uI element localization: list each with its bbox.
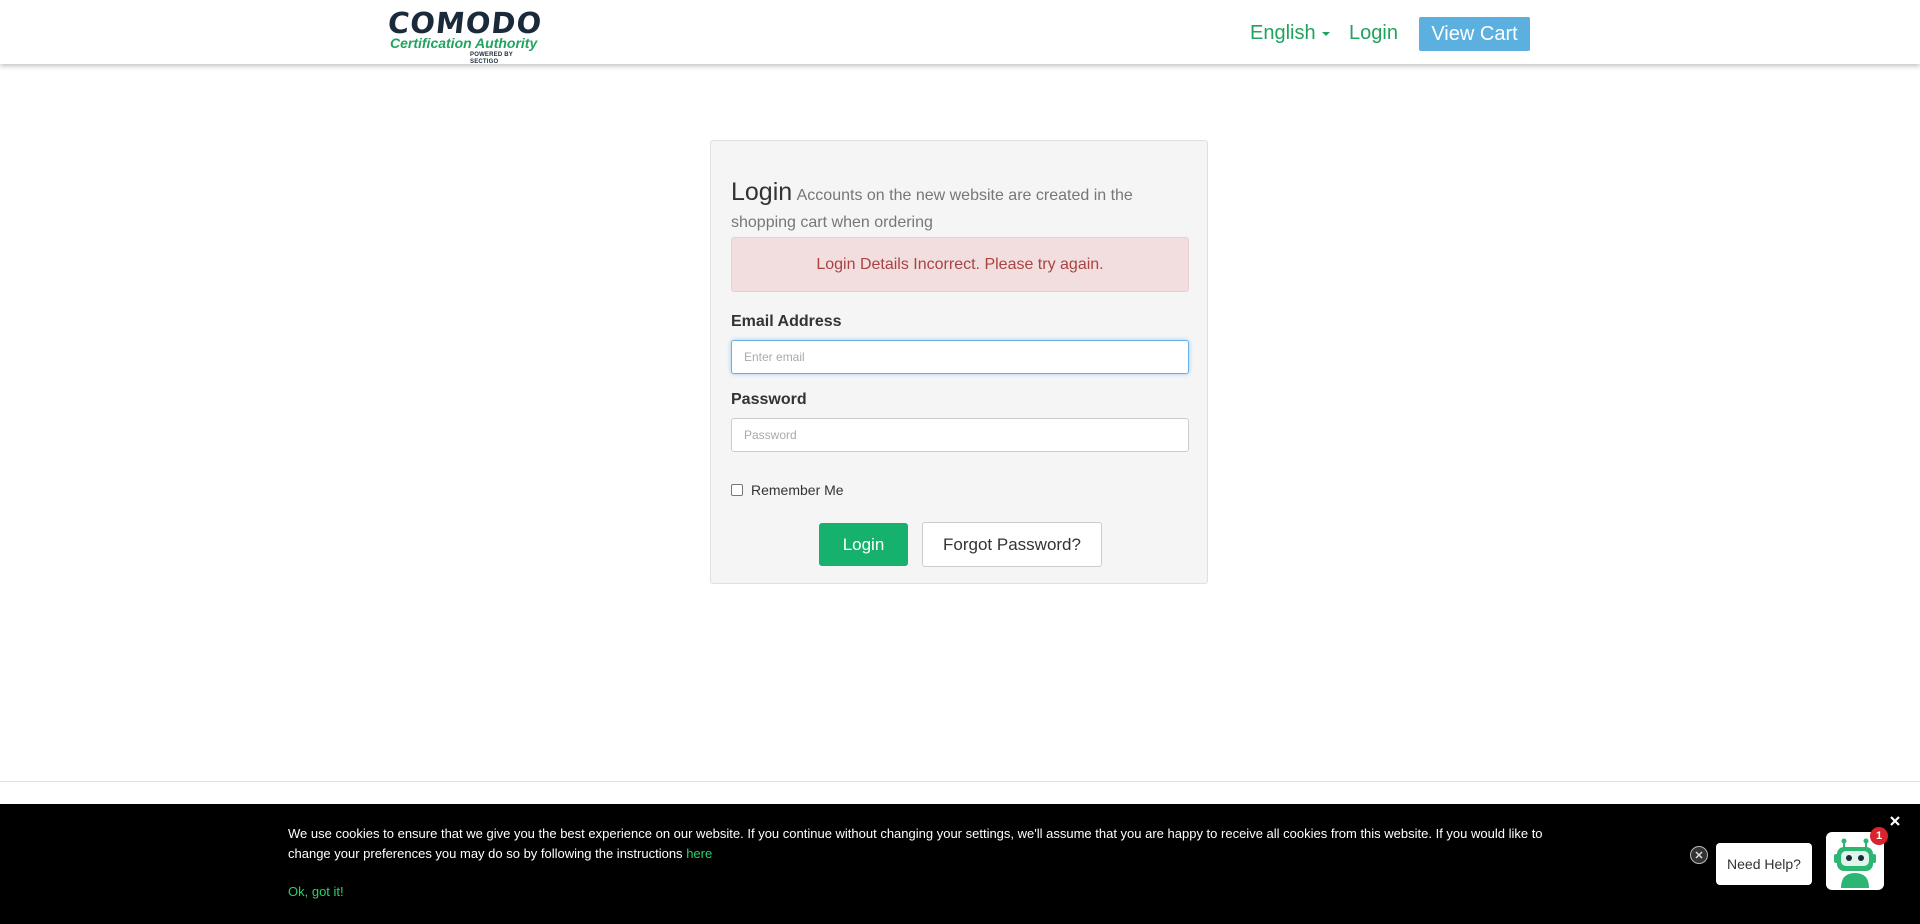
language-dropdown[interactable]: English: [1250, 22, 1330, 45]
footer-divider: [0, 781, 1920, 782]
language-label: English: [1250, 22, 1316, 44]
password-label: Password: [731, 391, 807, 408]
login-button[interactable]: Login: [819, 523, 908, 566]
password-field[interactable]: [731, 418, 1189, 452]
remember-me-checkbox[interactable]: [731, 484, 743, 496]
forgot-password-button[interactable]: Forgot Password?: [922, 522, 1102, 567]
login-heading: Login Accounts on the new website are cr…: [731, 179, 1151, 236]
cookie-accept-button[interactable]: Ok, got it!: [288, 884, 344, 899]
page-title: Login: [731, 178, 793, 206]
nav-login-link[interactable]: Login: [1349, 22, 1398, 45]
view-cart-button[interactable]: View Cart: [1419, 17, 1530, 51]
comodo-logo[interactable]: COMODO Certification Authority POWERED B…: [386, 6, 544, 65]
logo-powered-by: POWERED BY SECTIGO: [470, 52, 513, 65]
need-help-bubble[interactable]: Need Help?: [1716, 843, 1812, 885]
email-label: Email Address: [731, 313, 842, 330]
caret-down-icon: [1321, 31, 1330, 36]
notification-badge: 1: [1870, 827, 1888, 845]
remember-me[interactable]: Remember Me: [731, 482, 844, 498]
remember-me-label: Remember Me: [751, 482, 844, 498]
cookie-banner: We use cookies to ensure that we give yo…: [0, 804, 1920, 924]
chat-dismiss-icon[interactable]: [1690, 846, 1708, 864]
top-navbar: COMODO Certification Authority POWERED B…: [0, 0, 1920, 65]
error-alert: Login Details Incorrect. Please try agai…: [731, 237, 1189, 292]
close-icon[interactable]: [1888, 814, 1902, 828]
email-field[interactable]: [731, 340, 1189, 374]
login-panel: Login Accounts on the new website are cr…: [710, 140, 1208, 584]
cookie-text: We use cookies to ensure that we give yo…: [288, 826, 1543, 861]
cookie-message: We use cookies to ensure that we give yo…: [288, 824, 1588, 864]
cookie-instructions-link[interactable]: here: [686, 846, 712, 861]
logo-wordmark: COMODO: [386, 6, 544, 40]
logo-tagline: Certification Authority: [390, 35, 538, 51]
login-subtitle: Accounts on the new website are created …: [731, 187, 1133, 231]
